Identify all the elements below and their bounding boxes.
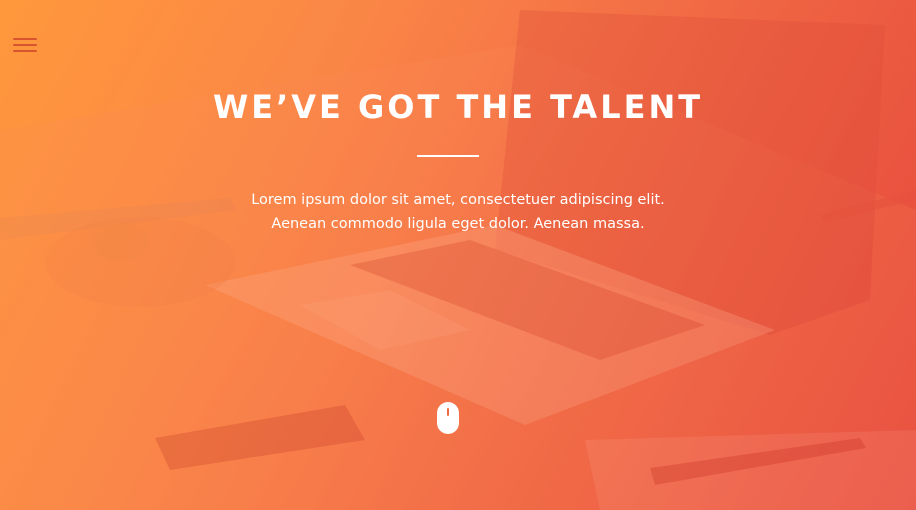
- hero-subtitle: Lorem ipsum dolor sit amet, consectetuer…: [0, 188, 916, 236]
- mouse-wheel: [447, 408, 449, 416]
- hero-subtitle-line-2: Aenean commodo ligula eget dolor. Aenean…: [271, 216, 645, 232]
- hamburger-menu-icon[interactable]: [13, 38, 37, 56]
- mouse-scroll-icon[interactable]: [437, 402, 459, 434]
- menu-bar: [13, 50, 37, 52]
- menu-bar: [13, 44, 37, 46]
- hero-section: WE’VE GOT THE TALENT Lorem ipsum dolor s…: [0, 0, 916, 510]
- title-divider: [417, 155, 479, 157]
- gradient-overlay: [0, 0, 916, 510]
- hero-title: WE’VE GOT THE TALENT: [212, 88, 704, 126]
- menu-bar: [13, 38, 37, 40]
- hero-subtitle-line-1: Lorem ipsum dolor sit amet, consectetuer…: [251, 192, 665, 208]
